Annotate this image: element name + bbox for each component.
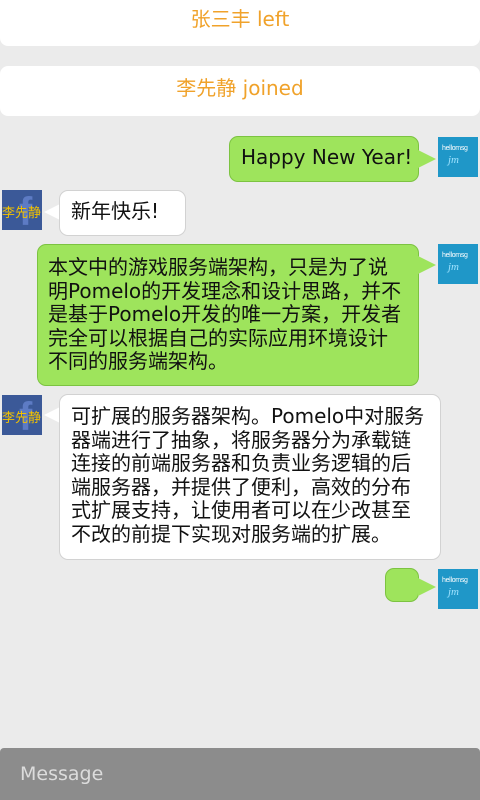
message-text: 新年快乐! [71, 199, 160, 223]
user-avatar-self[interactable]: hellomsg jm [438, 244, 478, 284]
user-avatar-self[interactable]: hellomsg jm [438, 137, 478, 177]
chat-bubble-outgoing[interactable]: Happy New Year! [229, 136, 419, 182]
logo-mark: jm [448, 154, 459, 166]
user-avatar-self[interactable]: hellomsg jm [438, 569, 478, 609]
system-message-text: 李先静 joined [176, 76, 304, 100]
message-text: Happy New Year! [241, 145, 413, 169]
logo-mark: jm [448, 586, 459, 598]
user-avatar-other[interactable]: f 李先静 [2, 190, 42, 230]
avatar-name-label: 李先静 [2, 206, 42, 221]
chat-bubble-incoming[interactable]: 新年快乐! [59, 190, 186, 236]
logo-text: hellomsg [442, 577, 468, 584]
system-message: 李先静 joined [0, 66, 480, 116]
system-message: 张三丰 left [0, 0, 480, 46]
message-line: 明Pomelo的开发理念和设计思路，并不 [48, 278, 402, 303]
chat-bubble-outgoing[interactable] [385, 568, 419, 602]
message-line: 完全可以根据自己的实际应用环境设计 [48, 325, 388, 350]
message-line: 本文中的游戏服务端架构，只是为了说 [48, 255, 388, 279]
message-line: 是基于Pomelo开发的唯一方案，开发者 [48, 302, 402, 326]
user-avatar-other[interactable]: f 李先静 [2, 395, 42, 435]
message-line: 不改的前提下实现对服务端的扩展。 [71, 521, 391, 546]
avatar-name-label: 李先静 [2, 411, 42, 426]
bubble-tail [418, 256, 436, 274]
message-composer [0, 748, 480, 800]
bubble-tail [418, 578, 436, 596]
chat-bubble-incoming[interactable]: 可扩展的服务器架构。Pomelo中对服务 器端进行了抽象，将服务器分为承载链 连… [59, 394, 441, 560]
message-line: 器端进行了抽象，将服务器分为承载链 [71, 427, 411, 452]
message-input[interactable] [0, 748, 480, 800]
system-message-text: 张三丰 left [190, 7, 290, 31]
bubble-tail [418, 150, 436, 168]
chat-bubble-outgoing[interactable]: 本文中的游戏服务端架构，只是为了说 明Pomelo的开发理念和设计思路，并不 是… [37, 244, 419, 386]
logo-text: hellomsg [442, 145, 468, 152]
message-line: 连接的前端服务器和负责业务逻辑的后 [71, 451, 411, 475]
message-line: 可扩展的服务器架构。Pomelo中对服务 [71, 404, 425, 428]
message-line: 式扩展支持，让使用者可以在少改甚至 [71, 498, 411, 522]
message-line: 不同的服务端架构。 [48, 349, 228, 373]
message-line: 端服务器，并提供了便利，高效的分布 [71, 474, 411, 499]
logo-mark: jm [448, 261, 459, 273]
logo-text: hellomsg [442, 252, 468, 259]
